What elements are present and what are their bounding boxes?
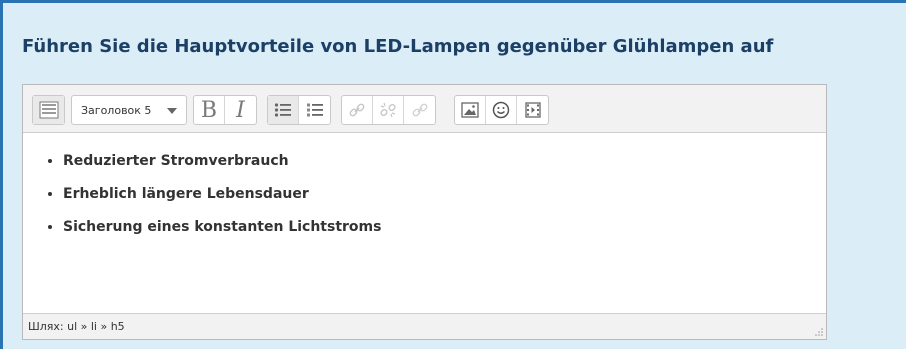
anchor-link-button[interactable] <box>404 96 435 124</box>
bold-button[interactable]: B <box>194 96 225 124</box>
bullet-list-icon <box>274 103 291 117</box>
smiley-icon <box>492 101 510 119</box>
unlink-icon <box>380 102 396 118</box>
toolbar-group-toggle <box>32 95 65 125</box>
italic-icon: I <box>236 97 245 123</box>
editor-toolbar: Заголовок 5 B I <box>23 85 826 133</box>
numbered-list-icon <box>306 103 323 117</box>
chevron-down-icon <box>167 108 177 114</box>
insert-link-button[interactable] <box>342 96 373 124</box>
ordered-list-button[interactable] <box>299 96 330 124</box>
italic-button[interactable]: I <box>225 96 256 124</box>
toolbar-group-lists <box>267 95 331 125</box>
link-icon <box>349 103 365 117</box>
insert-image-button[interactable] <box>455 96 486 124</box>
unlink-button[interactable] <box>373 96 404 124</box>
editor-statusbar: Шлях: ul » li » h5 <box>23 313 826 339</box>
question-title: Führen Sie die Hauptvorteile von LED-Lam… <box>22 36 774 57</box>
list-item: Reduzierter Stromverbrauch <box>63 145 826 178</box>
rich-text-editor[interactable]: Заголовок 5 B I • Reduzierter Stromverbr… <box>22 84 827 340</box>
element-path: Шлях: ul » li » h5 <box>28 320 125 333</box>
insert-emoticon-button[interactable] <box>486 96 517 124</box>
list-item: Sicherung eines konstanten Lichtstroms <box>63 211 826 244</box>
unordered-list-button[interactable] <box>268 96 299 124</box>
list-item: Erheblich längere Lebensdauer <box>63 178 826 211</box>
toolbar-group-links <box>341 95 436 125</box>
anchor-link-icon <box>412 103 427 117</box>
bold-icon: B <box>200 97 218 123</box>
toolbar-group-media <box>454 95 549 125</box>
editor-content-area[interactable]: Reduzierter Stromverbrauch Erheblich län… <box>23 133 826 314</box>
image-icon <box>461 102 479 118</box>
bullet-list: Reduzierter Stromverbrauch Erheblich län… <box>23 145 826 244</box>
paragraph-format-value: Заголовок 5 <box>81 103 152 117</box>
toolbar-group-text-style: B I <box>193 95 257 125</box>
toolbar-toggle-icon <box>39 101 58 119</box>
page-gutter <box>906 0 910 349</box>
toolbar-toggle-button[interactable] <box>33 96 64 124</box>
resize-handle-icon[interactable] <box>814 327 824 337</box>
film-icon <box>524 102 541 118</box>
insert-media-button[interactable] <box>517 96 548 124</box>
paragraph-format-select[interactable]: Заголовок 5 <box>71 95 187 125</box>
